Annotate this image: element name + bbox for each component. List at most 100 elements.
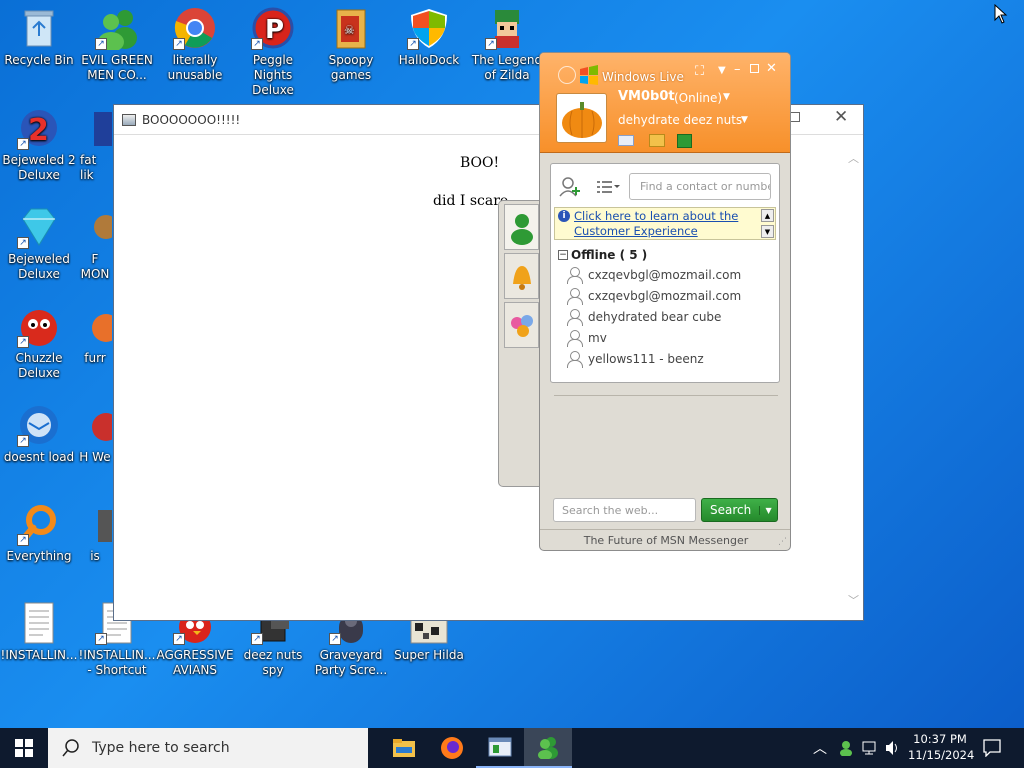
msn-tray-icon[interactable] xyxy=(838,740,854,756)
contact-name: dehydrated bear cube xyxy=(588,309,722,324)
offline-buddy-icon xyxy=(567,350,583,368)
scroll-down-icon[interactable]: ﹀ xyxy=(848,592,859,608)
maximize-button[interactable] xyxy=(750,64,759,73)
notification-center-icon[interactable] xyxy=(983,739,1001,757)
back-button[interactable] xyxy=(558,66,576,84)
gallery-tab[interactable] xyxy=(504,302,539,348)
close-button[interactable]: ✕ xyxy=(834,107,848,127)
svg-text:☠: ☠ xyxy=(344,23,355,37)
search-button-label: Search xyxy=(710,503,752,517)
chuzzle-icon: ↗ xyxy=(17,304,61,348)
desktop-icon-chuzzle[interactable]: ↗ Chuzzle Deluxe xyxy=(0,304,78,381)
shortcut-arrow-icon: ↗ xyxy=(17,336,29,348)
start-button[interactable] xyxy=(0,728,48,768)
magnifier-icon: ↗ xyxy=(17,502,61,546)
shortcut-arrow-icon: ↗ xyxy=(407,38,419,50)
info-scroll-up-icon[interactable]: ▲ xyxy=(761,209,774,222)
taskbar: Type here to search ︿ 10:37 PM 11/15/202… xyxy=(0,728,1024,768)
show-hidden-icons[interactable]: ︿ xyxy=(813,738,827,758)
add-contact-icon[interactable] xyxy=(559,176,581,198)
search-icon xyxy=(62,739,79,757)
desktop-icon-label: !INSTALLIN... - Shortcut xyxy=(78,648,156,677)
recycle-bin-icon xyxy=(17,6,61,50)
customer-experience-link[interactable]: Click here to learn about the Customer E… xyxy=(574,209,760,239)
maximize-button[interactable] xyxy=(790,112,800,122)
desktop-icon-hallodock[interactable]: ↗ HalloDock xyxy=(390,6,468,68)
contact-item[interactable]: dehydrated bear cube xyxy=(551,306,779,327)
desktop-icon-everything[interactable]: ↗ Everything xyxy=(0,502,78,564)
contact-list: cxzqevbgl@mozmail.com cxzqevbgl@mozmail.… xyxy=(551,264,779,369)
search-placeholder: Type here to search xyxy=(92,740,230,756)
view-options-icon[interactable] xyxy=(595,178,621,196)
contact-item[interactable]: cxzqevbgl@mozmail.com xyxy=(551,264,779,285)
desktop-icon-furr[interactable]: furr xyxy=(78,304,112,366)
status-text[interactable]: (Online) xyxy=(674,91,722,105)
msn-taskbar-button[interactable] xyxy=(524,728,572,768)
file-explorer-button[interactable] xyxy=(380,728,428,768)
taskbar-search-box[interactable]: Type here to search xyxy=(48,728,368,768)
contacts-tab[interactable] xyxy=(504,204,539,250)
vertical-scrollbar[interactable]: ︿ ﹀ xyxy=(845,136,863,620)
clock[interactable]: 10:37 PM 11/15/2024 xyxy=(908,731,975,763)
offline-buddy-icon xyxy=(567,308,583,326)
contact-item[interactable]: mv xyxy=(551,327,779,348)
personal-message[interactable]: dehydrate deez nuts xyxy=(618,113,742,127)
info-bar: i Click here to learn about the Customer… xyxy=(554,207,776,240)
contact-item[interactable]: yellows111 - beenz xyxy=(551,348,779,369)
volume-icon[interactable] xyxy=(884,740,902,756)
message-dropdown-icon[interactable]: ▼ xyxy=(741,115,748,125)
zilda-character-icon: ↗ xyxy=(485,6,529,50)
offline-group-header[interactable]: − Offline ( 5 ) xyxy=(558,246,647,264)
spaces-icon[interactable] xyxy=(677,134,692,148)
desktop-icon-label: The Legend of Zilda xyxy=(471,53,543,82)
desktop-icon-fat-lik[interactable]: fat lik xyxy=(78,106,112,183)
username[interactable]: VM0b0t xyxy=(618,89,675,104)
desktop-icon-recycle-bin[interactable]: Recycle Bin xyxy=(0,6,78,68)
boo-heading: BOO! xyxy=(460,155,500,171)
desktop-icon-literally-unusable[interactable]: ↗ literally unusable xyxy=(156,6,234,83)
windows-flag-icon xyxy=(580,65,598,85)
minimize-button[interactable]: – xyxy=(734,62,741,77)
desktop-icon-bejeweled[interactable]: ↗ Bejeweled Deluxe xyxy=(0,205,78,282)
app-icon xyxy=(88,403,112,447)
ie-window-taskbar-button[interactable] xyxy=(476,728,524,768)
web-search-input[interactable]: Search the web... xyxy=(553,498,696,522)
contact-item[interactable]: cxzqevbgl@mozmail.com xyxy=(551,285,779,306)
msn-messenger-window[interactable]: Windows Live ⛶ ▼ – ✕ VM0b0t (Online) ▼ d… xyxy=(539,52,791,551)
desktop-icon-bejeweled-2[interactable]: 2 ↗ Bejeweled 2 Deluxe xyxy=(0,106,78,183)
desktop-icon-evil-green-men[interactable]: ↗ EVIL GREEN MEN CO... xyxy=(78,6,156,83)
menu-dropdown-icon[interactable]: ▼ xyxy=(718,65,726,76)
desktop-icon-label: Everything xyxy=(6,549,72,563)
desktop-icon-label: F MON xyxy=(80,252,110,281)
find-contact-input[interactable]: Find a contact or number... xyxy=(629,173,771,200)
network-icon[interactable] xyxy=(862,740,880,756)
info-scroll-down-icon[interactable]: ▼ xyxy=(761,225,774,238)
desktop-icon-spoopy-games[interactable]: ☠ Spoopy games xyxy=(312,6,390,83)
desktop-icon-label: Chuzzle Deluxe xyxy=(15,351,63,380)
paint-bucket-icon[interactable]: ⛶ xyxy=(695,64,704,79)
search-button[interactable]: Search ▼ xyxy=(701,498,778,522)
status-dropdown-icon[interactable]: ▼ xyxy=(723,92,730,102)
chrome-icon: ↗ xyxy=(173,6,217,50)
firefox-button[interactable] xyxy=(428,728,476,768)
desktop-icon-doesnt-load[interactable]: ↗ doesnt load xyxy=(0,403,78,465)
mail-icon[interactable] xyxy=(618,135,634,146)
desktop-icon-legend-of-zilda[interactable]: ↗ The Legend of Zilda xyxy=(468,6,546,83)
desktop-icon-h-we[interactable]: H We xyxy=(78,403,112,465)
desktop-icon-installin[interactable]: !INSTALLIN... xyxy=(0,601,78,663)
folder-icon[interactable] xyxy=(649,134,665,147)
display-picture[interactable] xyxy=(556,93,607,143)
collapse-icon[interactable]: − xyxy=(558,250,568,260)
resize-grip-icon[interactable]: ⋰ xyxy=(778,537,787,547)
alerts-tab[interactable] xyxy=(504,253,539,299)
clock-date: 11/15/2024 xyxy=(908,748,975,762)
desktop-icon-peggle-nights[interactable]: P ↗ Peggle Nights Deluxe xyxy=(234,6,312,98)
scroll-up-icon[interactable]: ︿ xyxy=(848,150,859,166)
close-button[interactable]: ✕ xyxy=(766,61,777,76)
shortcut-arrow-icon: ↗ xyxy=(95,38,107,50)
search-dropdown-icon[interactable]: ▼ xyxy=(759,505,777,515)
desktop-icon-f-mon[interactable]: F MON xyxy=(78,205,112,282)
offline-buddy-icon xyxy=(567,329,583,347)
svg-text:2: 2 xyxy=(28,113,49,148)
desktop-icon-is[interactable]: is xyxy=(78,502,112,564)
